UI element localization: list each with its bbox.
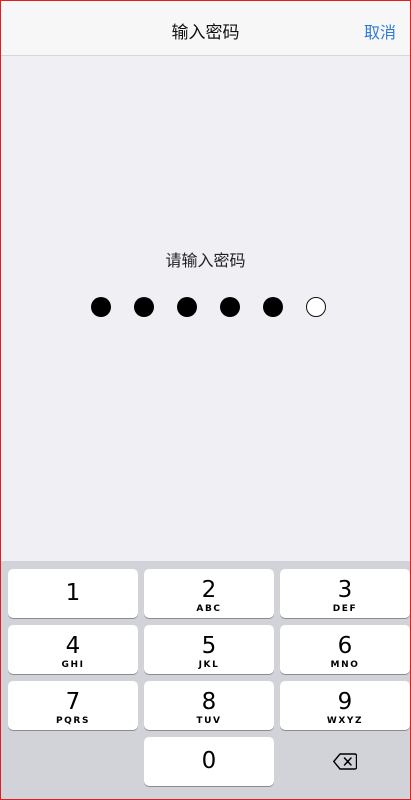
key-digit: 9 [337,689,353,715]
passcode-dot-5 [263,297,283,317]
key-letters: WXYZ [326,716,364,726]
key-3[interactable]: 3 DEF [280,569,410,618]
key-digit: 2 [201,577,217,603]
passcode-dots [91,297,326,317]
key-letters: TUV [196,716,222,726]
cancel-button[interactable]: 取消 [364,1,396,55]
key-digit: 8 [201,689,217,715]
key-letters: GHI [61,660,85,670]
key-digit: 7 [65,689,81,715]
key-letters: PQRS [55,716,91,726]
key-digit: 1 [65,580,81,606]
passcode-prompt: 请输入密码 [165,251,246,270]
key-8[interactable]: 8 TUV [144,681,274,730]
key-letters: ABC [196,604,222,614]
key-digit: 4 [65,633,81,659]
navigation-bar: 输入密码 取消 [1,1,410,56]
passcode-dot-3 [177,297,197,317]
key-letters: JKL [198,660,220,670]
passcode-dot-1 [91,297,111,317]
key-4[interactable]: 4 GHI [8,625,138,674]
key-letters: MNO [330,660,360,670]
delete-button[interactable] [280,737,410,786]
key-letters: DEF [332,604,358,614]
backspace-icon [333,753,357,770]
key-5[interactable]: 5 JKL [144,625,274,674]
numeric-keypad: 1 2 ABC 3 DEF 4 GHI 5 JKL 6 MNO 7 PQRS 8… [1,561,410,799]
key-6[interactable]: 6 MNO [280,625,410,674]
passcode-dot-4 [220,297,240,317]
key-digit: 5 [201,633,217,659]
key-digit: 6 [337,633,353,659]
key-1[interactable]: 1 [8,569,138,618]
key-0[interactable]: 0 [144,737,274,786]
key-digit: 3 [337,577,353,603]
page-title: 输入密码 [171,23,240,43]
passcode-screen: 输入密码 取消 请输入密码 1 2 ABC 3 DEF 4 GHI 5 JKL [0,0,411,800]
key-digit: 0 [201,748,217,774]
key-7[interactable]: 7 PQRS [8,681,138,730]
passcode-dot-6 [306,297,326,317]
key-9[interactable]: 9 WXYZ [280,681,410,730]
key-2[interactable]: 2 ABC [144,569,274,618]
passcode-dot-2 [134,297,154,317]
